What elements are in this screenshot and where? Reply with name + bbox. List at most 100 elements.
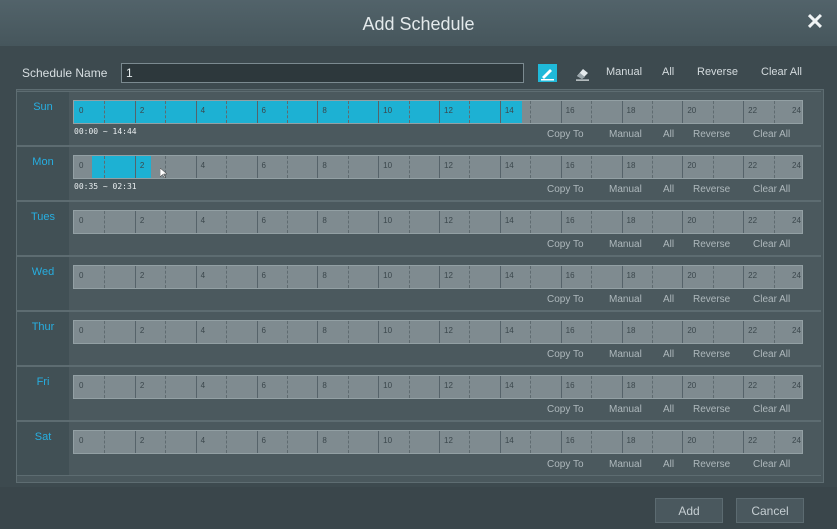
hour-tick [256,211,258,233]
clear-all-link[interactable]: Clear All [753,349,790,360]
hour-label: 4 [200,216,206,225]
clear-all-link[interactable]: Clear All [753,459,790,470]
hour-label: 16 [565,216,575,225]
all-link[interactable]: All [663,239,674,250]
clear-all-link[interactable]: Clear All [753,404,790,415]
timeline-bar[interactable]: 0 2 4 6 8 10 12 14 16 18 20 22 24 [73,375,803,399]
hour-label: 4 [200,381,206,390]
hour-tick [165,431,167,453]
day-label: Wed [17,257,69,310]
clear-all-link[interactable]: Clear All [753,239,790,250]
all-link[interactable]: All [663,404,674,415]
hour-label: 12 [444,106,453,115]
hour-tick [286,431,288,453]
schedule-name-row: Schedule Name Manual All Reverse Clear A… [22,63,822,85]
hour-tick [439,266,440,288]
all-link[interactable]: All [663,349,674,360]
hour-label: 14 [504,216,514,225]
hour-label: 0 [79,271,84,280]
hour-tick [499,266,501,288]
hour-label: 14 [504,161,514,170]
hour-tick [560,321,562,343]
clear-all-link[interactable]: Clear All [753,184,790,195]
close-icon[interactable]: ✕ [803,10,827,34]
reverse-link[interactable]: Reverse [693,239,730,250]
day-label: Tues [17,202,69,255]
manual-link[interactable]: Manual [609,349,642,360]
hour-tick [682,156,684,178]
row-actions: Copy To Manual All Reverse Clear All [547,239,817,253]
reverse-link[interactable]: Reverse [693,294,730,305]
hour-tick [773,156,775,178]
reverse-link[interactable]: Reverse [693,184,730,195]
copy-to-link[interactable]: Copy To [547,239,584,250]
hour-tick [469,101,471,123]
schedule-name-input[interactable] [121,63,524,83]
manual-link[interactable]: Manual [609,184,642,195]
copy-to-link[interactable]: Copy To [547,349,584,360]
hour-label: 6 [261,381,266,390]
hour-tick [682,211,684,233]
hour-label: 22 [748,436,758,445]
clear-all-link[interactable]: Clear All [753,129,790,140]
hour-label: 10 [383,436,393,445]
brush-icon[interactable] [538,64,557,82]
top-clear-all-link[interactable]: Clear All [761,66,802,78]
hour-tick [591,156,593,178]
top-all-link[interactable]: All [662,66,674,78]
hour-label: 14 [504,381,514,390]
hour-tick [621,266,623,288]
eraser-icon[interactable] [573,64,592,82]
hour-label: 20 [687,381,697,390]
hour-tick [682,431,684,453]
manual-link[interactable]: Manual [609,459,642,470]
hour-tick [591,376,593,398]
reverse-link[interactable]: Reverse [693,129,730,140]
hour-label: 2 [139,381,145,390]
hour-tick [226,101,228,123]
top-manual-link[interactable]: Manual [606,66,642,78]
add-button[interactable]: Add [655,498,723,523]
reverse-link[interactable]: Reverse [693,404,730,415]
hour-label: 18 [626,106,636,115]
clear-all-link[interactable]: Clear All [753,294,790,305]
hour-tick [530,321,532,343]
hour-tick [408,321,410,343]
copy-to-link[interactable]: Copy To [547,294,584,305]
hour-tick [347,156,349,178]
hour-tick [226,431,228,453]
hour-tick [165,321,167,343]
hour-label: 6 [261,216,266,225]
all-link[interactable]: All [663,184,674,195]
manual-link[interactable]: Manual [609,129,642,140]
schedule-name-label: Schedule Name [22,66,108,80]
timeline-bar[interactable]: 0 2 4 6 8 10 12 14 16 18 20 22 24 [73,100,803,124]
hour-label: 16 [565,106,575,115]
cancel-button[interactable]: Cancel [736,498,804,523]
hour-tick [682,376,684,398]
timeline-bar[interactable]: 0 2 4 6 8 10 12 14 16 18 20 22 24 [73,155,803,179]
all-link[interactable]: All [663,294,674,305]
timeline-bar[interactable]: 0 2 4 6 8 10 12 14 16 18 20 22 24 [73,430,803,454]
timeline-bar[interactable]: 0 2 4 6 8 10 12 14 16 18 20 22 24 [73,210,803,234]
copy-to-link[interactable]: Copy To [547,129,584,140]
hour-tick [499,156,501,178]
reverse-link[interactable]: Reverse [693,459,730,470]
hour-label: 24 [792,271,801,280]
timeline-bar[interactable]: 0 2 4 6 8 10 12 14 16 18 20 22 24 [73,265,803,289]
all-link[interactable]: All [663,459,674,470]
hour-tick [226,321,228,343]
manual-link[interactable]: Manual [609,294,642,305]
manual-link[interactable]: Manual [609,404,642,415]
reverse-link[interactable]: Reverse [693,349,730,360]
manual-link[interactable]: Manual [609,239,642,250]
hour-tick [469,376,471,398]
all-link[interactable]: All [663,129,674,140]
hour-tick [743,101,745,123]
copy-to-link[interactable]: Copy To [547,404,584,415]
copy-to-link[interactable]: Copy To [547,459,584,470]
timeline-bar[interactable]: 0 2 4 6 8 10 12 14 16 18 20 22 24 [73,320,803,344]
hour-label: 16 [565,326,575,335]
top-reverse-link[interactable]: Reverse [697,66,738,78]
copy-to-link[interactable]: Copy To [547,184,584,195]
